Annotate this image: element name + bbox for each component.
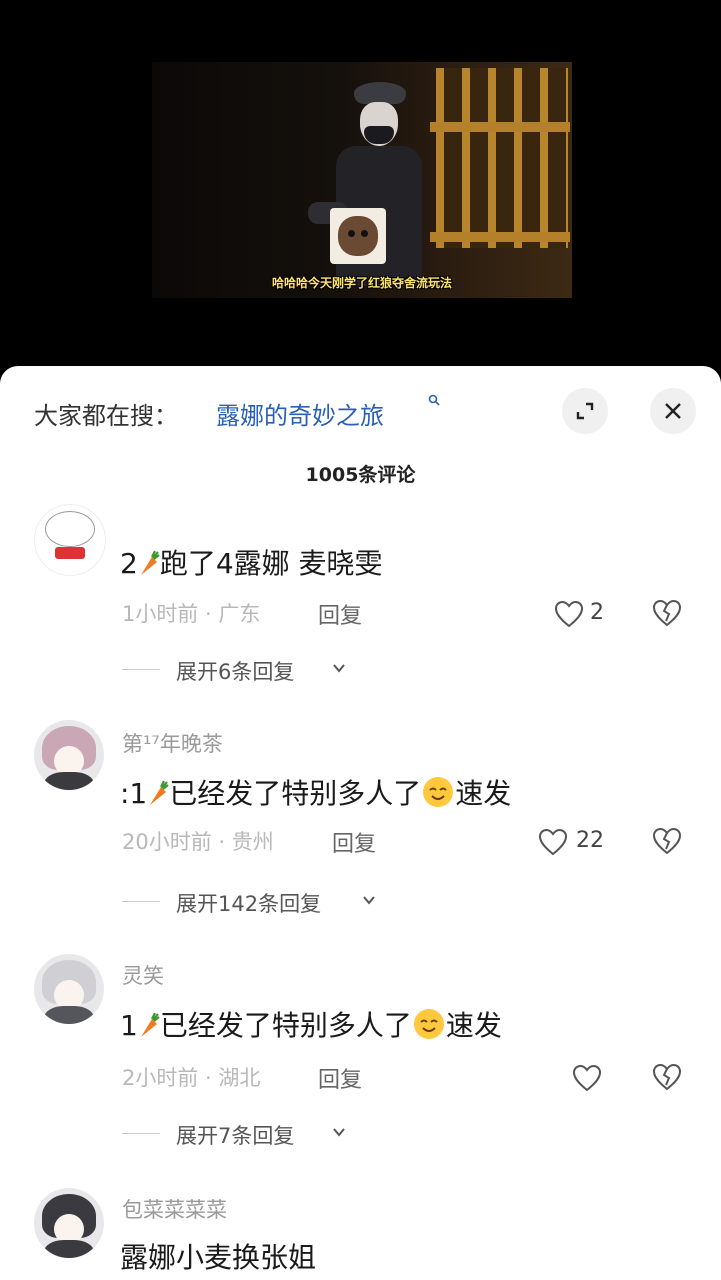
reply-button[interactable]: 回复 bbox=[332, 826, 376, 858]
carrot-emoji bbox=[140, 550, 160, 575]
cat-face-overlay bbox=[330, 208, 386, 264]
expand-divider bbox=[122, 1133, 160, 1134]
expand-replies[interactable]: 展开7条回复 bbox=[122, 1120, 382, 1148]
comment-text: 1 已经发了特别多人了 速发 bbox=[120, 1004, 502, 1044]
broken-heart-icon[interactable] bbox=[652, 1062, 682, 1092]
comment-username[interactable]: 灵笑 bbox=[122, 960, 164, 990]
comment-text: 露娜小麦换张姐 bbox=[120, 1241, 317, 1274]
comment-location: 湖北 bbox=[218, 1066, 261, 1090]
avatar-shirt bbox=[44, 1240, 94, 1258]
comment-username[interactable]: 第¹⁷年晚茶 bbox=[122, 728, 223, 758]
heart-icon[interactable] bbox=[538, 828, 568, 856]
heart-icon[interactable] bbox=[572, 1064, 602, 1092]
avatar-badge bbox=[55, 547, 85, 559]
expand-replies-label: 展开7条回复 bbox=[176, 1124, 295, 1148]
reply-button[interactable]: 回复 bbox=[318, 598, 362, 630]
comment-text: :1 已经发了特别多人了 速发 bbox=[120, 772, 511, 812]
video-player[interactable]: 哈哈哈今天刚学了红狼夺舍流玩法 bbox=[0, 0, 721, 370]
comment-text-part: 速发 bbox=[445, 1009, 502, 1042]
search-prefix: 大家都在搜： bbox=[34, 402, 178, 430]
cat-head bbox=[338, 216, 378, 256]
cat-eye bbox=[348, 230, 355, 237]
avatar-shirt bbox=[44, 772, 94, 790]
comment-location: 广东 bbox=[218, 602, 261, 626]
reply-button[interactable]: 回复 bbox=[318, 1062, 362, 1094]
comment-item: 包菜菜菜菜 露娜小麦换张姐 bbox=[0, 1186, 721, 1280]
comment-location: 贵州 bbox=[231, 830, 274, 854]
broken-heart-icon[interactable] bbox=[652, 826, 682, 856]
video-character bbox=[302, 82, 427, 298]
comment-item: 灵笑 1 已经发了特别多人了 速发 2小时前 · 湖北 回复 展开7条回复 bbox=[0, 950, 721, 1160]
avatar[interactable] bbox=[34, 1188, 104, 1258]
comment-meta: 20小时前 · 贵州 bbox=[122, 830, 274, 854]
comment-text-part: 速发 bbox=[455, 777, 512, 810]
smiling-face-emoji bbox=[423, 777, 454, 807]
comment-item: 2 跑了4露娜 麦晓雯 1小时前 · 广东 回复 2 展开6条回复 bbox=[0, 504, 721, 684]
avatar[interactable] bbox=[34, 954, 104, 1024]
search-suggestion-row[interactable]: 大家都在搜： 露娜的奇妙之旅 bbox=[0, 366, 721, 458]
video-frame[interactable]: 哈哈哈今天刚学了红狼夺舍流玩法 bbox=[152, 62, 572, 298]
comment-time: 1小时前 bbox=[122, 602, 199, 626]
broken-heart-icon[interactable] bbox=[652, 598, 682, 628]
like-count: 2 bbox=[590, 600, 604, 625]
avatar-shirt bbox=[44, 1006, 94, 1024]
comment-text: 2 跑了4露娜 麦晓雯 bbox=[120, 542, 383, 582]
carrot-emoji bbox=[140, 1012, 160, 1037]
carrot-emoji bbox=[150, 780, 169, 805]
window-bars-scene bbox=[436, 68, 568, 248]
expand-icon bbox=[576, 402, 594, 420]
comment-text-part: 已经发了特别多人了 bbox=[159, 1009, 412, 1042]
expand-divider bbox=[122, 669, 160, 670]
avatar[interactable] bbox=[34, 720, 104, 790]
cat-eye bbox=[361, 230, 368, 237]
comment-time: 20小时前 bbox=[122, 830, 212, 854]
comment-time: 2小时前 bbox=[122, 1066, 199, 1090]
close-icon bbox=[665, 403, 681, 419]
window-rail bbox=[430, 232, 570, 242]
comment-text-part: 2 bbox=[120, 547, 138, 580]
expand-replies-label: 展开142条回复 bbox=[176, 892, 322, 916]
search-icon[interactable] bbox=[428, 394, 440, 406]
expand-divider bbox=[122, 901, 160, 902]
avatar[interactable] bbox=[34, 504, 106, 576]
comment-text-part: 1 bbox=[120, 1009, 138, 1042]
comment-sheet: 大家都在搜： 露娜的奇妙之旅 1005条评论 2 跑了4露娜 麦晓雯 1小时前 … bbox=[0, 366, 721, 1280]
comment-count-title: 1005条评论 bbox=[305, 464, 416, 486]
avatar-drawing bbox=[45, 511, 95, 547]
window-rail bbox=[430, 122, 570, 132]
video-subtitle: 哈哈哈今天刚学了红狼夺舍流玩法 bbox=[271, 276, 452, 290]
close-button[interactable] bbox=[650, 388, 696, 434]
search-term-link[interactable]: 露娜的奇妙之旅 bbox=[216, 396, 384, 431]
comment-item: 第¹⁷年晚茶 :1 已经发了特别多人了 速发 20小时前 · 贵州 回复 22 展开… bbox=[0, 714, 721, 924]
comment-meta: 1小时前 · 广东 bbox=[122, 602, 261, 626]
chevron-down-icon bbox=[363, 896, 375, 905]
comment-meta: 2小时前 · 湖北 bbox=[122, 1066, 261, 1090]
smiling-face-emoji bbox=[413, 1009, 444, 1039]
character-hat bbox=[354, 82, 406, 104]
expand-replies[interactable]: 展开142条回复 bbox=[122, 888, 402, 916]
chevron-down-icon bbox=[333, 664, 345, 673]
heart-icon[interactable] bbox=[554, 600, 584, 628]
expand-button[interactable] bbox=[562, 388, 608, 434]
comment-text-part: 跑了4露娜 麦晓雯 bbox=[159, 547, 383, 580]
comment-username[interactable]: 包菜菜菜菜 bbox=[122, 1194, 227, 1224]
character-mask bbox=[364, 126, 394, 144]
like-count: 22 bbox=[576, 828, 604, 853]
expand-replies[interactable]: 展开6条回复 bbox=[122, 656, 382, 684]
expand-replies-label: 展开6条回复 bbox=[176, 660, 295, 684]
comment-text-part: 已经发了特别多人了 bbox=[169, 777, 422, 810]
chevron-down-icon bbox=[333, 1128, 345, 1137]
comment-text-part: :1 bbox=[120, 777, 148, 810]
